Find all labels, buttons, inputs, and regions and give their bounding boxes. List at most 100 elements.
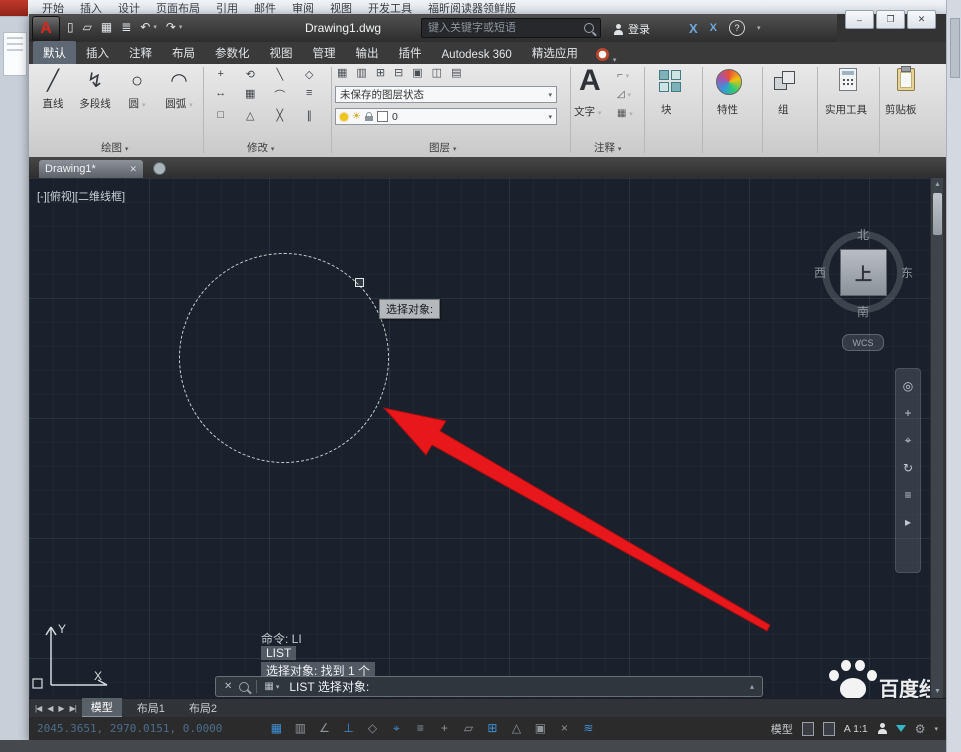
tool-arc[interactable]: ◠ 圆弧 ▾ (159, 68, 199, 111)
trim-icon[interactable]: ╲ (269, 68, 291, 81)
snap-toggle-icon[interactable]: ▥ (288, 721, 312, 736)
scrollbar-thumb[interactable] (933, 193, 942, 235)
move-icon[interactable]: + (210, 68, 232, 81)
ribbon-tab-output[interactable]: 输出 (346, 41, 389, 64)
layer-color-swatch[interactable] (376, 111, 388, 122)
redo-icon[interactable]: ↷ (166, 20, 176, 34)
ribbon-tab-plugins[interactable]: 插件 (389, 41, 432, 64)
lineweight-toggle-icon[interactable]: ≡ (408, 721, 432, 736)
settings-gear-icon[interactable]: ⚙ (915, 722, 926, 736)
exchange-store-icon[interactable]: X (710, 22, 717, 34)
tab-layout2[interactable]: 布局2 (180, 699, 226, 717)
help-dropdown-icon[interactable]: ▾ (757, 24, 761, 32)
panel-label-properties[interactable]: 特性 (717, 102, 738, 117)
autocad-logo-icon[interactable]: A (32, 16, 60, 42)
layer-tool-icon[interactable]: ▥ (356, 66, 366, 79)
tab-layout1[interactable]: 布局1 (128, 699, 174, 717)
text-tool-label[interactable]: 文字 ▾ (574, 104, 601, 119)
next-layout-icon[interactable]: ▶ (58, 704, 64, 713)
chevron-down-icon[interactable]: ▾ (548, 113, 552, 121)
layer-tool-icon[interactable]: ⊟ (394, 66, 403, 79)
panel-label-group[interactable]: 组 (778, 102, 789, 117)
annotation-visibility-icon[interactable] (877, 723, 887, 734)
panel-label-modify[interactable]: 修改 ▾ (247, 140, 274, 155)
exchange-apps-icon[interactable]: X (689, 21, 698, 36)
ribbon-tab-annotate[interactable]: 注释 (119, 41, 162, 64)
dyninput-toggle-icon[interactable]: ▣ (528, 721, 552, 736)
dynamicucs-toggle-icon[interactable]: △ (504, 721, 528, 736)
close-icon[interactable]: ✕ (224, 681, 232, 692)
erase-icon[interactable]: ∥ (299, 109, 321, 122)
prev-layout-icon[interactable]: ◀ (47, 704, 53, 713)
layer-state-dropdown[interactable]: 未保存的图层状态 ▾ (335, 86, 557, 103)
layer-tool-icon[interactable]: ▤ (451, 66, 461, 79)
ribbon-tab-view[interactable]: 视图 (260, 41, 303, 64)
ribbon-tab-manage[interactable]: 管理 (303, 41, 346, 64)
annotation-scale[interactable]: A 1:1 (844, 723, 868, 735)
tool-polyline[interactable]: ↯ 多段线 (75, 68, 115, 111)
help-icon[interactable]: ? (729, 20, 746, 36)
clipboard-icon[interactable] (897, 66, 915, 91)
ribbon-options-icon[interactable]: ▾ (613, 56, 617, 64)
panel-label-annotate[interactable]: 注释 ▾ (594, 140, 621, 155)
last-layout-icon[interactable]: ▶| (70, 704, 77, 713)
scroll-up-icon[interactable]: ▲ (931, 178, 944, 191)
ribbon-tab-a360[interactable]: Autodesk 360 (432, 45, 522, 64)
layer-tool-icon[interactable]: ▦ (337, 66, 347, 79)
text-tool-icon[interactable]: A (579, 64, 601, 98)
layer-tool-icon[interactable]: ▣ (412, 66, 422, 79)
sign-in[interactable]: 登录 (613, 21, 650, 37)
explode-icon[interactable]: ╳ (269, 109, 291, 122)
history-expand-icon[interactable]: ▴ (750, 682, 754, 691)
isolate-objects-icon[interactable] (895, 725, 906, 732)
panel-label-utilities[interactable]: 实用工具 (825, 102, 867, 117)
transparency-toggle-icon[interactable]: + (432, 721, 456, 736)
isodraft-toggle-icon[interactable]: ◇ (360, 721, 384, 736)
chamfer-icon[interactable]: △ (240, 109, 262, 122)
search-icon[interactable] (239, 681, 250, 692)
leader-icon[interactable]: ◿ ▾ (617, 89, 633, 100)
array-icon[interactable]: ▦ (240, 87, 262, 103)
stretch-icon[interactable]: ↔ (210, 87, 232, 103)
search-input[interactable] (422, 22, 584, 34)
ribbon-tab-layout[interactable]: 布局 (162, 41, 205, 64)
layer-dropdown[interactable]: ☀ 0 ▾ (335, 108, 557, 125)
annomonitor-toggle-icon[interactable]: ≋ (576, 721, 600, 736)
ribbon-tab-parametric[interactable]: 参数化 (205, 41, 260, 64)
block-icon[interactable] (659, 70, 681, 92)
undo-dropdown-icon[interactable]: ▾ (153, 23, 157, 31)
scale-icon[interactable]: □ (210, 109, 232, 122)
drawing-canvas[interactable]: [-][俯视][二维线框] 北 南 西 东 上 WCS ◎ + ⌖ ↻ ≡ ▸ … (29, 178, 930, 698)
layer-on-icon[interactable] (340, 112, 348, 121)
redo-dropdown-icon[interactable]: ▾ (179, 23, 183, 31)
close-button[interactable]: ✕ (907, 10, 936, 29)
panel-label-block[interactable]: 块 (661, 102, 672, 117)
scroll-down-icon[interactable]: ▼ (931, 685, 944, 698)
properties-icon[interactable] (716, 69, 742, 95)
file-tab-drawing1[interactable]: Drawing1* ✕ (39, 160, 143, 178)
layout-switch-icon[interactable] (822, 721, 835, 736)
close-icon[interactable]: ✕ (129, 164, 137, 175)
minimize-button[interactable]: – (845, 10, 874, 29)
command-line-bar[interactable]: ✕ ▦ ▾ LIST 选择对象: ▴ (215, 676, 763, 697)
dimension-icon[interactable]: ⌐ ▾ (617, 70, 633, 81)
save-icon[interactable]: ▦ (101, 20, 112, 34)
osnap-toggle-icon[interactable]: ⌖ (384, 721, 408, 736)
customize-icon[interactable]: ▦ (264, 681, 273, 692)
table-icon[interactable]: ▦ ▾ (617, 108, 633, 119)
selectioncycling-toggle-icon[interactable]: ▱ (456, 721, 480, 736)
open-icon[interactable]: ▱ (83, 20, 92, 34)
ribbon-tab-featured[interactable]: 精选应用 (522, 41, 588, 64)
layer-tool-icon[interactable]: ◫ (432, 66, 442, 79)
first-layout-icon[interactable]: |◀ (35, 704, 42, 713)
mirror-icon[interactable]: ◇ (299, 68, 321, 81)
group-icon[interactable] (774, 71, 795, 90)
scrollbar-thumb[interactable] (950, 18, 960, 78)
chevron-down-icon[interactable]: ▾ (548, 91, 552, 99)
search-icon[interactable] (584, 23, 594, 33)
background-file-tab[interactable] (0, 0, 28, 16)
tool-line[interactable]: ╱ 直线 (33, 68, 73, 111)
tab-model[interactable]: 模型 (81, 698, 122, 718)
status-customize-icon[interactable]: ▾ (934, 725, 938, 733)
fillet-icon[interactable]: ⌒ (269, 87, 291, 103)
